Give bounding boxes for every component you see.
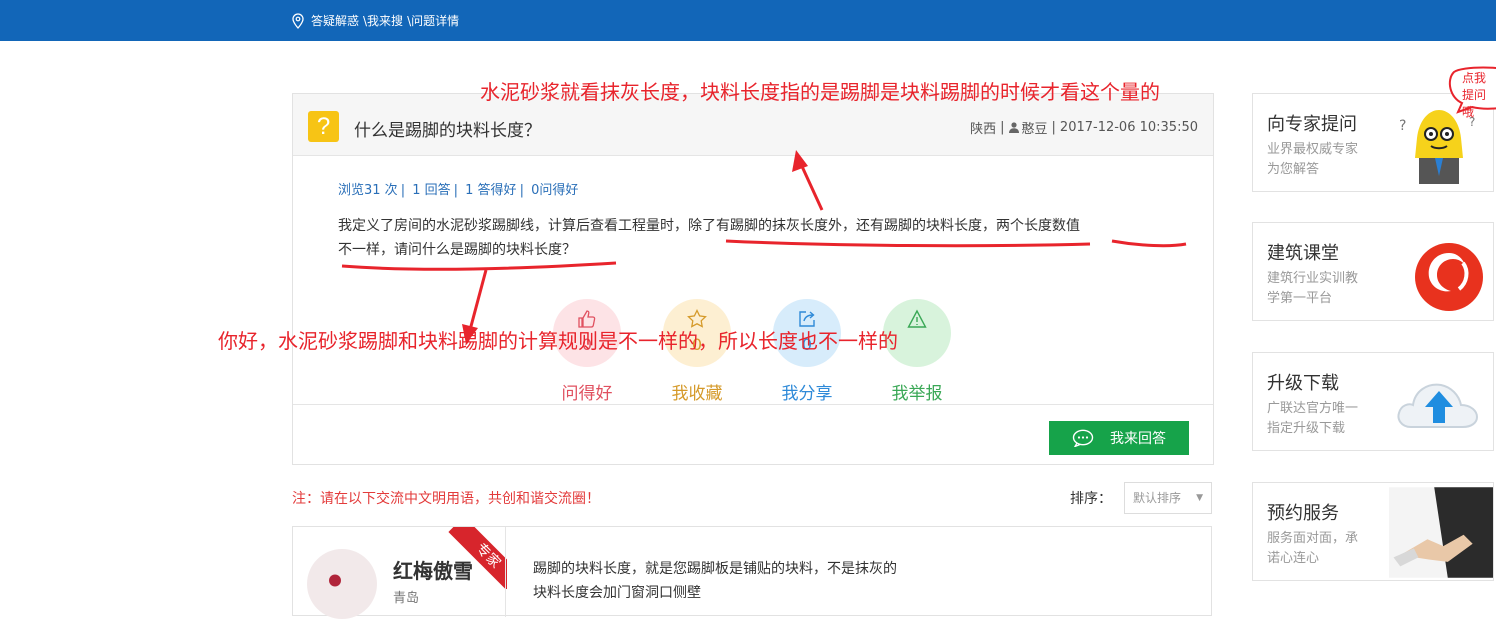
question-panel: ? 什么是踢脚的块料长度？ 陕西 | 憨豆 | 2017-12-06 10:35…: [292, 93, 1214, 465]
sidebar-download-desc: 广联达官方唯一指定升级下载: [1267, 401, 1359, 436]
expert-badge-label: 专家: [448, 527, 507, 589]
cloud-download-icon: [1397, 383, 1479, 428]
avatar[interactable]: [307, 549, 377, 619]
meta-divider: |: [1000, 120, 1005, 135]
question-title: 什么是踢脚的块料长度？: [354, 121, 541, 141]
chat-bubble-icon: [1072, 429, 1094, 447]
report-label: 我举报: [891, 384, 943, 404]
breadcrumb: 答疑解惑 \我来搜 \问题详情: [291, 12, 463, 29]
sidebar-appointment-title: 预约服务: [1267, 503, 1339, 524]
annotation-middle: 你好，水泥砂浆踢脚和块料踢脚的计算规则是不一样的，所以长度也不一样的: [218, 329, 898, 353]
course-logo-icon: [1415, 243, 1483, 311]
answer-button[interactable]: 我来回答: [1049, 421, 1189, 455]
sidebar-ask-expert-desc: 业界最权威专家为您解答: [1267, 142, 1359, 177]
sort-select[interactable]: 默认排序 ▼: [1124, 482, 1212, 514]
annotation-top: 水泥砂浆就看抹灰长度，块料长度指的是踢脚是块料踢脚的时候才看这个量的: [480, 80, 1160, 104]
svg-text:?: ?: [1399, 118, 1406, 134]
caret-down-icon: ▼: [1196, 493, 1203, 503]
question-province: 陕西: [970, 122, 997, 137]
answer-button-label: 我来回答: [1110, 430, 1166, 446]
divider: [505, 527, 506, 617]
question-mark-icon: ?: [308, 111, 339, 142]
answer-text-line: 踢脚的块料长度，就是您踢脚板是铺贴的块料，不是抹灰的: [533, 561, 897, 577]
ask-bubble-text: 点我 提问哦: [1462, 71, 1487, 119]
location-pin-icon: [292, 12, 304, 29]
answer-text: 踢脚的块料长度，就是您踢脚板是铺贴的块料，不是抹灰的 块料长度会加门窗洞口侧壁: [533, 557, 973, 605]
breadcrumb-qa[interactable]: 答疑解惑: [311, 12, 359, 29]
answerer-location: 青岛: [393, 591, 420, 606]
question-meta: 陕西 | 憨豆 | 2017-12-06 10:35:50: [970, 118, 1198, 137]
stat-answers: 1 回答: [412, 183, 451, 198]
question-body-line: 我定义了房间的水泥砂浆踢脚线，计算后查看工程量时，除了有踢脚的抹灰长度外，还有踢…: [338, 218, 1080, 234]
breadcrumb-search[interactable]: \我来搜: [363, 12, 403, 29]
stat-good-questions: 0问得好: [531, 183, 579, 198]
stat-views: 浏览31 次: [338, 183, 398, 198]
expert-badge: 专家: [445, 527, 507, 589]
sort-selected-value: 默认排序: [1133, 491, 1182, 505]
share-label: 我分享: [781, 384, 833, 404]
sidebar-course-title: 建筑课堂: [1267, 243, 1339, 264]
breadcrumb-detail: \问题详情: [407, 14, 460, 28]
top-nav-bar: 答疑解惑 \我来搜 \问题详情: [0, 0, 1496, 41]
handshake-photo: [1389, 487, 1493, 578]
sidebar-ask-expert-title: 向专家提问: [1267, 114, 1357, 135]
user-icon: [1008, 122, 1019, 133]
sort-label: 排序：: [1070, 491, 1112, 507]
stat-good-answers: 1 答得好: [465, 183, 517, 198]
sidebar-download[interactable]: 升级下载 广联达官方唯一指定升级下载: [1252, 352, 1494, 451]
etiquette-notice: 注：请在以下交流中文明用语，共创和谐交流圈！: [292, 491, 600, 507]
good-question-label: 问得好: [561, 384, 613, 404]
warning-icon: [907, 309, 927, 328]
meta-divider: |: [1051, 120, 1056, 135]
question-body-line: 不一样，请问什么是踢脚的块料长度？: [338, 242, 576, 258]
question-user[interactable]: 憨豆: [1022, 118, 1048, 137]
sidebar-course[interactable]: 建筑课堂 建筑行业实训教学第一平台: [1252, 222, 1494, 321]
sidebar-download-title: 升级下载: [1267, 373, 1339, 394]
sidebar-appointment[interactable]: 预约服务 服务面对面，承诺心连心: [1252, 482, 1494, 581]
favorite-label: 我收藏: [671, 384, 723, 404]
question-footer: 我来回答: [293, 404, 1213, 464]
question-datetime: 2017-12-06 10:35:50: [1059, 120, 1198, 135]
question-stats: 浏览31 次 | 1 回答 | 1 答得好 | 0问得好: [338, 183, 579, 198]
sidebar-course-desc: 建筑行业实训教学第一平台: [1267, 271, 1359, 306]
question-body: 我定义了房间的水泥砂浆踢脚线，计算后查看工程量时，除了有踢脚的抹灰长度外，还有踢…: [338, 214, 1190, 262]
sidebar-appointment-desc: 服务面对面，承诺心连心: [1267, 531, 1359, 566]
answer-text-line: 块料长度会加门窗洞口侧壁: [533, 585, 701, 601]
